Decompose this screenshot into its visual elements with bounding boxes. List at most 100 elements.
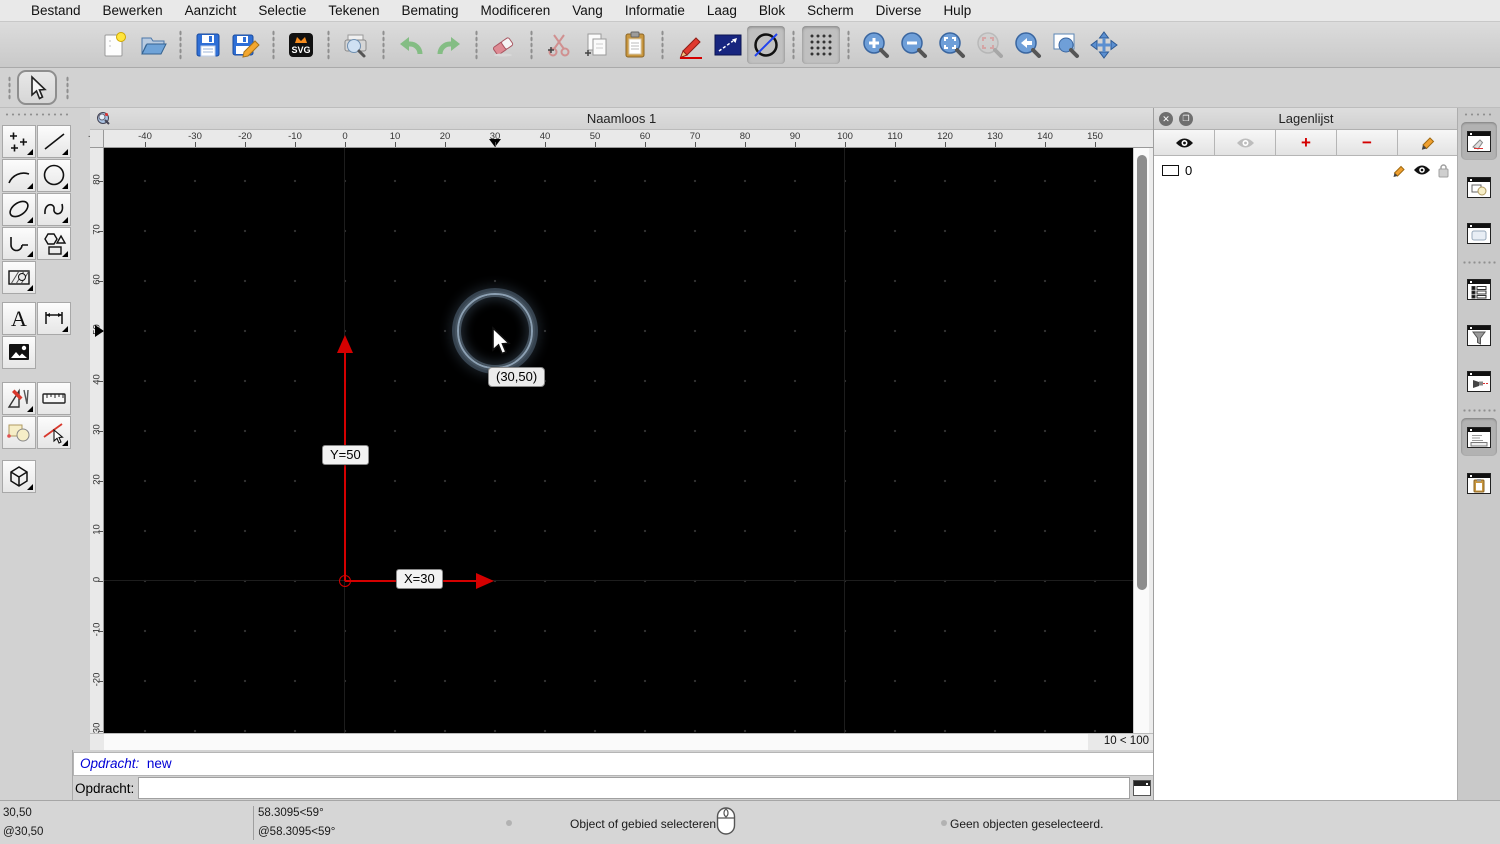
open-file-button[interactable]	[134, 26, 172, 64]
menu-item-bewerken[interactable]: Bewerken	[92, 3, 174, 18]
layer-lock-icon[interactable]	[1437, 163, 1450, 178]
selection-tool-button[interactable]	[17, 70, 57, 105]
circle-tool-button[interactable]	[37, 159, 71, 192]
layer-panel-header: ✕ ❐ Lagenlijst	[1154, 108, 1458, 130]
save-icon	[196, 33, 220, 56]
block-view-panel-button[interactable]	[1461, 214, 1497, 252]
vertical-scrollbar-thumb[interactable]	[1137, 155, 1147, 590]
horizontal-scrollbar-track[interactable]	[104, 734, 1088, 750]
copy-button[interactable]	[578, 26, 616, 64]
h-ruler-tick	[395, 142, 396, 147]
ellipse-tool-button[interactable]	[2, 193, 36, 226]
command-input[interactable]	[138, 777, 1130, 799]
property-editor-panel-button[interactable]	[1461, 122, 1497, 160]
cut-button[interactable]	[540, 26, 578, 64]
new-file-button[interactable]	[96, 26, 134, 64]
draw-misc-tool-button[interactable]	[2, 382, 36, 415]
menu-item-diverse[interactable]: Diverse	[865, 3, 933, 18]
menu-item-scherm[interactable]: Scherm	[796, 3, 865, 18]
shape-tool-button[interactable]	[37, 227, 71, 260]
edit-layer-button[interactable]	[1398, 130, 1458, 155]
toolbar-separator	[272, 29, 275, 60]
dock-strip-handle[interactable]	[1463, 112, 1495, 117]
layer-color-swatch[interactable]	[1162, 164, 1179, 176]
zoom-window-icon	[1053, 33, 1079, 58]
save-button[interactable]	[189, 26, 227, 64]
menu-item-bestand[interactable]: Bestand	[20, 3, 92, 18]
command-line-panel-button[interactable]	[1461, 418, 1497, 456]
polyline-tool-button[interactable]	[2, 227, 36, 260]
spline-tool-button[interactable]	[37, 193, 71, 226]
image-tool-button[interactable]	[2, 336, 36, 369]
layer-visibility-icon[interactable]	[1413, 164, 1431, 176]
redo-button[interactable]	[430, 26, 468, 64]
view-projection-panel-button[interactable]	[1461, 362, 1497, 400]
modify-tool-button[interactable]	[2, 416, 36, 449]
menu-item-selectie[interactable]: Selectie	[247, 3, 317, 18]
delete-button[interactable]	[485, 26, 523, 64]
h-ruler-label: -20	[238, 131, 252, 142]
menu-item-tekenen[interactable]: Tekenen	[317, 3, 390, 18]
show-all-layers-button[interactable]	[1154, 130, 1215, 155]
menu-item-informatie[interactable]: Informatie	[614, 3, 696, 18]
remove-layer-button[interactable]: −	[1337, 130, 1398, 155]
h-ruler-tick	[195, 142, 196, 147]
toolbar-handle[interactable]	[8, 76, 11, 100]
arc-tool-button[interactable]	[2, 159, 36, 192]
layer-row[interactable]: 0	[1154, 158, 1458, 182]
text-tool-button[interactable]: A	[2, 302, 36, 335]
selection-info-panel-button[interactable]	[1461, 168, 1497, 206]
line-tool-button[interactable]	[37, 125, 71, 158]
drawing-canvas[interactable]: Y=50 X=30 (30,50)	[104, 148, 1133, 733]
palette-handle[interactable]	[4, 112, 68, 117]
zoom-out-button[interactable]	[895, 26, 933, 64]
menu-item-vang[interactable]: Vang	[561, 3, 614, 18]
menu-item-hulp[interactable]: Hulp	[932, 3, 982, 18]
relative-polar-coordinates: @58.3095<59°	[258, 826, 336, 838]
undo-button[interactable]	[392, 26, 430, 64]
vertical-scrollbar[interactable]	[1133, 148, 1149, 733]
h-ruler-tick	[1095, 142, 1096, 147]
zoom-in-button[interactable]	[857, 26, 895, 64]
save-as-button[interactable]	[227, 26, 265, 64]
dimension-tool-button[interactable]	[37, 302, 71, 335]
command-dock-button[interactable]	[1133, 780, 1151, 796]
filter-panel-button[interactable]	[1461, 316, 1497, 354]
paste-button[interactable]	[616, 26, 654, 64]
trim-tool-button[interactable]	[37, 416, 71, 449]
list-view-panel-button[interactable]	[1461, 270, 1497, 308]
menu-item-laag[interactable]: Laag	[696, 3, 748, 18]
print-preview-button[interactable]	[337, 26, 375, 64]
zoom-selection-icon	[977, 31, 1003, 58]
add-layer-button[interactable]: +	[1276, 130, 1337, 155]
circle-line-tool-button[interactable]	[747, 25, 785, 64]
measure-tool-button[interactable]	[37, 382, 71, 415]
toolbar-handle[interactable]	[66, 76, 69, 100]
hatch-tool-button[interactable]	[2, 261, 36, 294]
menu-item-blok[interactable]: Blok	[748, 3, 796, 18]
zoom-previous-button[interactable]	[1009, 26, 1047, 64]
h-ruler-tick	[245, 142, 246, 147]
hide-all-layers-button[interactable]	[1215, 130, 1276, 155]
ruler-corner	[90, 130, 104, 148]
v-ruler-tick	[98, 631, 103, 632]
v-ruler-tick	[98, 681, 103, 682]
zoom-auto-button[interactable]	[933, 26, 971, 64]
box3d-tool-button[interactable]	[2, 460, 36, 493]
menu-item-aanzicht[interactable]: Aanzicht	[174, 3, 248, 18]
svg-export-button[interactable]: SVG	[282, 26, 320, 64]
draw-pencil-button[interactable]	[671, 26, 709, 64]
zoom-window-button[interactable]	[1047, 26, 1085, 64]
pan-button[interactable]	[1085, 26, 1123, 64]
horizontal-scrollbar[interactable]: 10 < 100	[90, 733, 1153, 750]
clipboard-panel-button[interactable]	[1461, 464, 1497, 502]
point-tool-button[interactable]	[2, 125, 36, 158]
line-rectangle-tool-button[interactable]	[709, 26, 747, 64]
grid-toggle-button[interactable]	[802, 25, 840, 64]
layer-edit-pencil-icon[interactable]	[1392, 163, 1407, 178]
toolbar-separator	[530, 29, 533, 60]
menu-item-bemating[interactable]: Bemating	[390, 3, 469, 18]
zoom-selection-button[interactable]	[971, 26, 1009, 64]
menu-item-modificeren[interactable]: Modificeren	[470, 3, 562, 18]
v-ruler-tick	[98, 281, 103, 282]
